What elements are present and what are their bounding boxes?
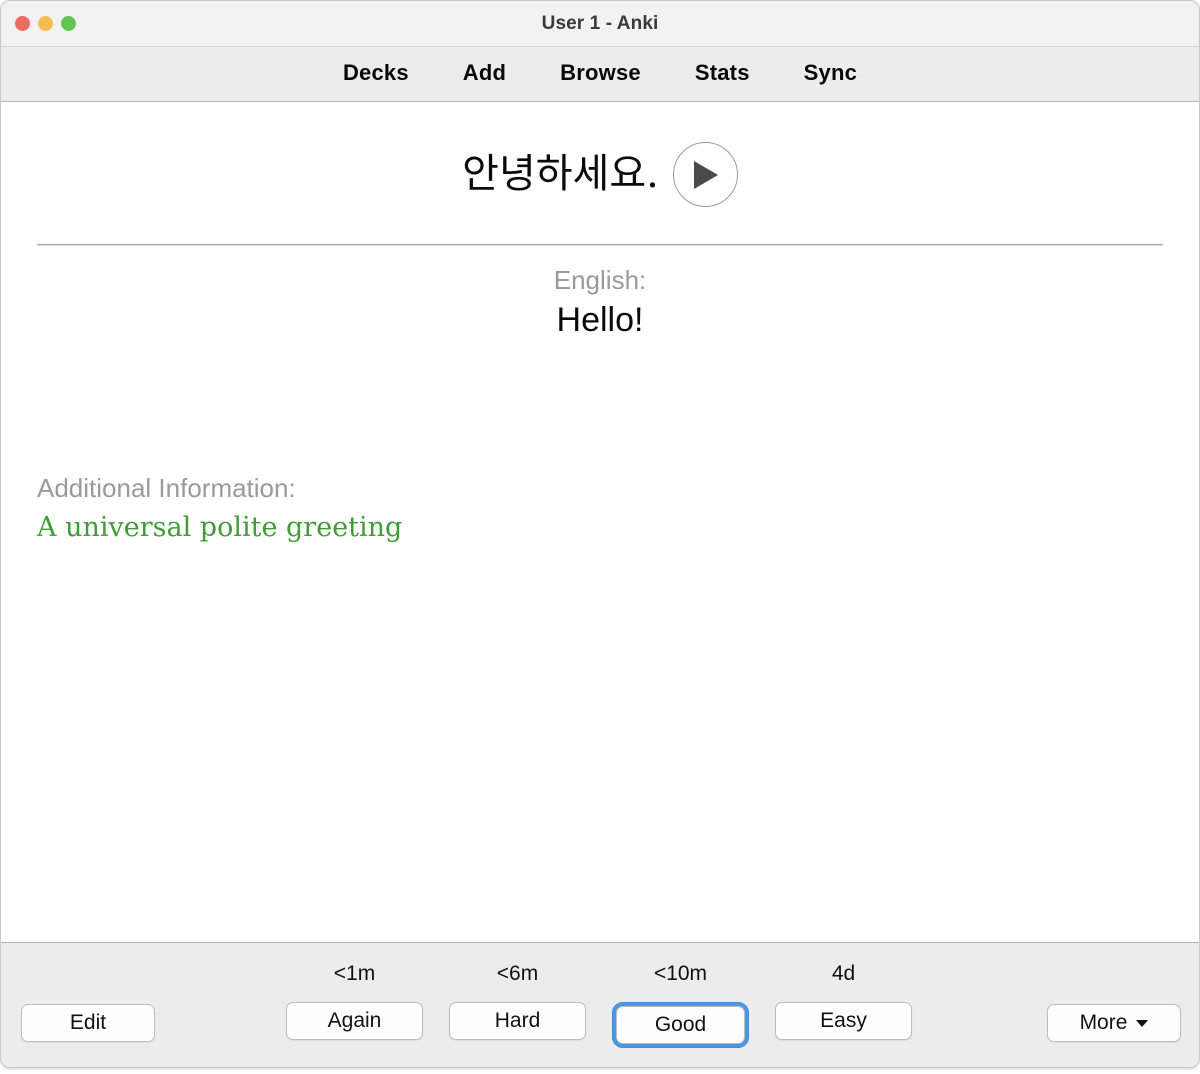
play-icon[interactable] [672,142,738,207]
card-review-area: 안녕하세요. English: Hello! Additional Inform… [1,102,1199,942]
ease-column-good: <10m Good [612,959,749,1048]
more-button-label: More [1079,1011,1128,1034]
ease-column-again: <1m Again [286,959,423,1048]
more-button[interactable]: More [1047,1004,1181,1042]
ease-interval-again: <1m [333,962,376,985]
answer-block: English: Hello! [1,262,1199,342]
ease-button-hard[interactable]: Hard [449,1002,586,1040]
nav-item-sync[interactable]: Sync [804,60,857,86]
ease-button-again[interactable]: Again [286,1002,423,1040]
ease-hard-wrapper: Hard [449,1002,586,1040]
ease-easy-wrapper: Easy [775,1002,912,1040]
ease-interval-easy: 4d [831,962,856,985]
window-title: User 1 - Anki [541,13,659,34]
nav-item-stats[interactable]: Stats [695,60,750,86]
ease-button-easy[interactable]: Easy [775,1002,912,1040]
additional-information-label: Additional Information: [37,473,296,503]
ease-button-good[interactable]: Good [616,1006,745,1044]
caret-down-icon [1136,1019,1149,1027]
ease-column-hard: <6m Hard [449,959,586,1048]
ease-again-wrapper: Again [286,1002,423,1040]
edit-button[interactable]: Edit [21,1004,155,1042]
ease-interval-hard: <6m [496,962,539,985]
additional-information-block: Additional Information: A universal poli… [37,470,402,547]
question-answer-divider [37,244,1163,246]
question-row: 안녕하세요. [1,142,1199,207]
main-navbar: Decks Add Browse Stats Sync [1,47,1199,102]
question-text: 안녕하세요. [462,150,659,197]
answer-field-value: Hello! [556,300,644,339]
ease-interval-good: <10m [653,962,708,985]
additional-information-value: A universal polite greeting [37,511,403,543]
answer-field-label: English: [553,265,647,295]
anki-main-window: User 1 - Anki Decks Add Browse Stats Syn… [0,0,1200,1068]
ease-column-easy: 4d Easy [775,959,912,1048]
nav-item-decks[interactable]: Decks [343,60,409,86]
title-bar: User 1 - Anki [1,1,1199,47]
nav-item-add[interactable]: Add [463,60,506,86]
nav-item-browse[interactable]: Browse [560,60,641,86]
ease-button-group: <1m Again <6m Hard <10m Good 4d Easy [286,959,916,1048]
ease-good-wrapper-focused: Good [612,1002,749,1048]
